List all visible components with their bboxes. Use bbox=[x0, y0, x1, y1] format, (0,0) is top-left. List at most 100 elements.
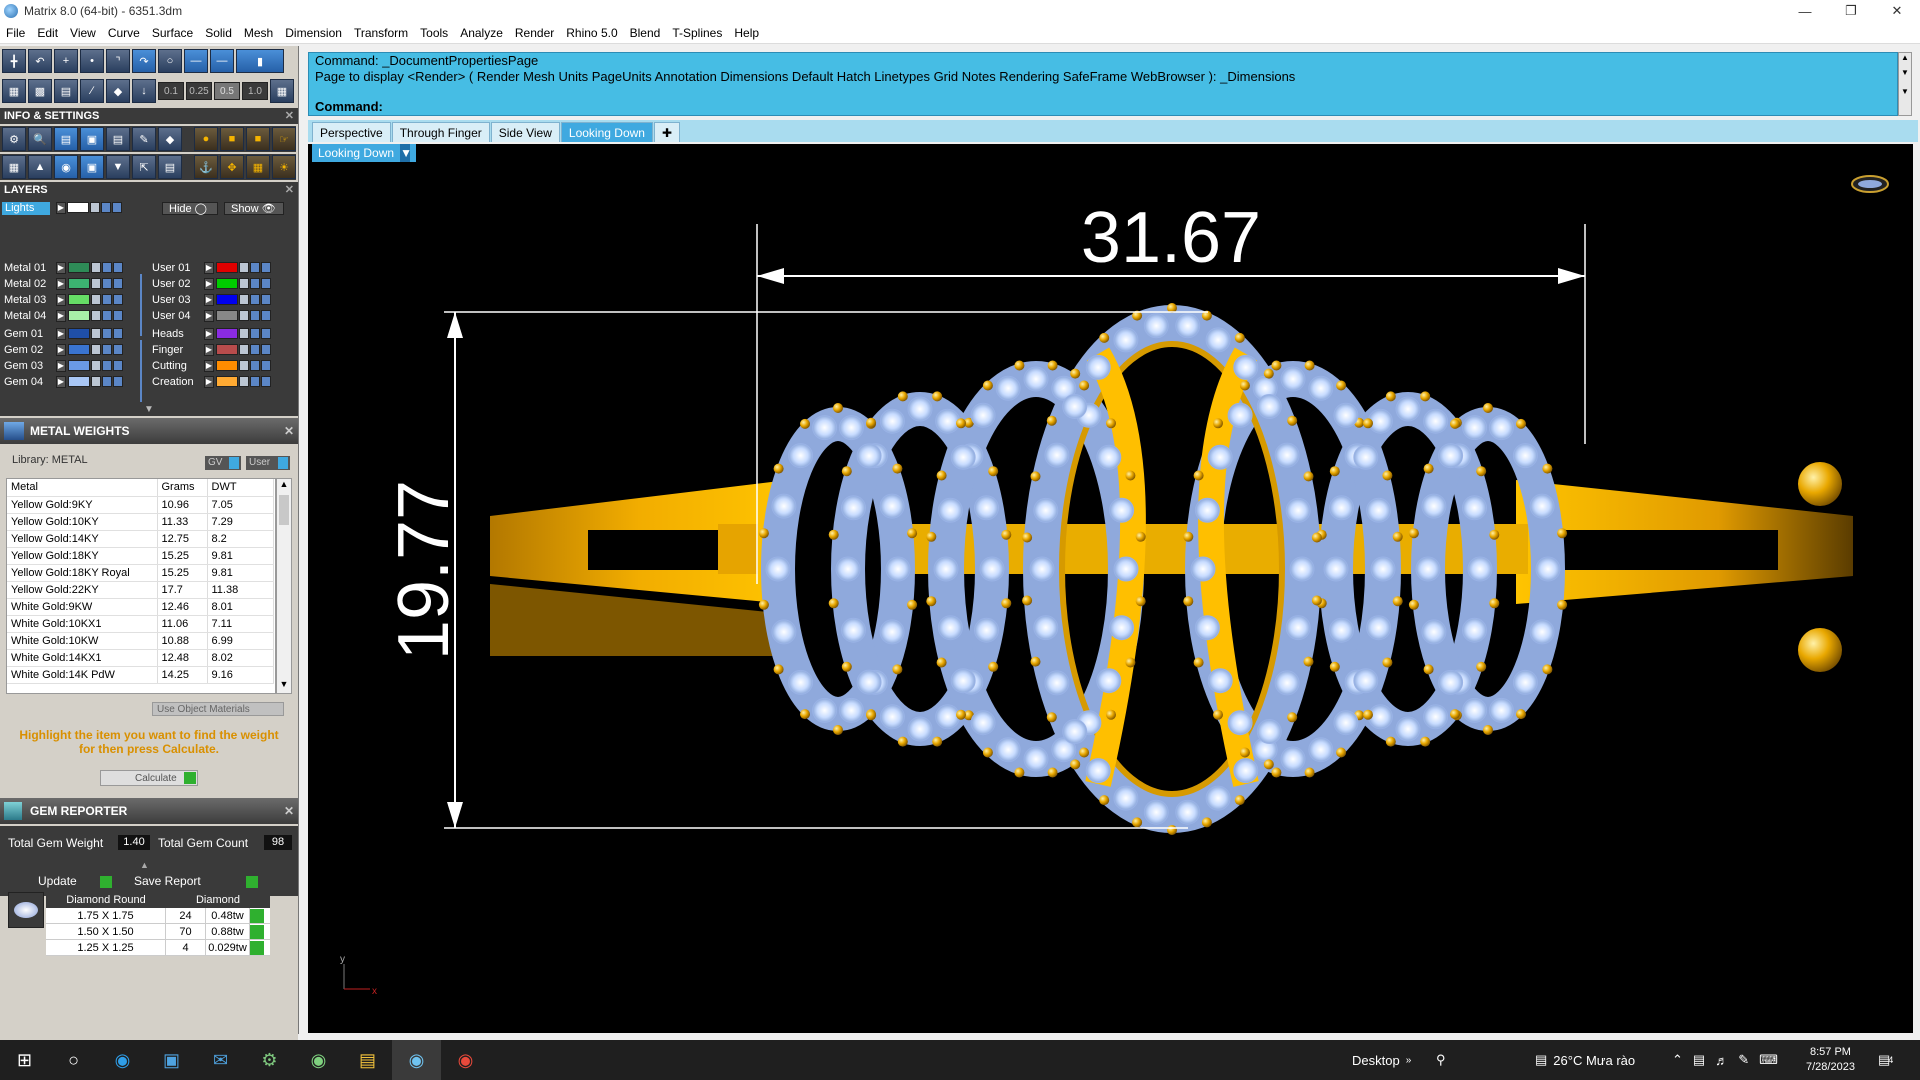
menu-tools[interactable]: Tools bbox=[414, 22, 454, 44]
visibility-icon[interactable] bbox=[250, 262, 260, 273]
windows-start-icon[interactable]: ⊞ bbox=[0, 1040, 49, 1080]
visibility-icon[interactable] bbox=[113, 360, 123, 371]
save-icon[interactable]: ▤ bbox=[106, 127, 130, 151]
lock-icon[interactable] bbox=[91, 344, 101, 355]
layer-row[interactable]: Finger ▶ bbox=[152, 342, 271, 357]
keyboard-icon[interactable]: ⌨ bbox=[1759, 1052, 1778, 1068]
cen-snap-icon[interactable]: ○ bbox=[158, 49, 182, 73]
expand-icon[interactable]: ▶ bbox=[204, 261, 214, 274]
lock-icon[interactable] bbox=[239, 328, 249, 339]
menu-view[interactable]: View bbox=[64, 22, 102, 44]
table-row[interactable]: Yellow Gold:9KY 10.96 7.05 bbox=[7, 496, 274, 514]
metal-table-scrollbar[interactable]: ▲ ▼ bbox=[276, 478, 292, 694]
visibility-icon[interactable] bbox=[250, 278, 260, 289]
near-snap-icon[interactable]: ↶ bbox=[28, 49, 52, 73]
gem-icon[interactable]: ◆ bbox=[158, 127, 182, 151]
filter-icon[interactable]: ▼ bbox=[106, 155, 130, 179]
box-icon[interactable]: ▣ bbox=[80, 155, 104, 179]
tray-overflow-icon[interactable]: ⌃ bbox=[1672, 1052, 1683, 1068]
visibility-icon[interactable] bbox=[261, 376, 271, 387]
close-button[interactable]: ✕ bbox=[1874, 0, 1920, 22]
visibility-icon[interactable] bbox=[102, 344, 112, 355]
update-button[interactable]: Update bbox=[38, 874, 112, 890]
weather-widget[interactable]: ▤ 26°C Mưa rào bbox=[1535, 1040, 1635, 1080]
lock-icon[interactable] bbox=[239, 344, 249, 355]
expand-icon[interactable]: ▶ bbox=[56, 309, 66, 322]
visibility-icon[interactable] bbox=[113, 262, 123, 273]
layer-row[interactable]: Metal 04 ▶ bbox=[4, 308, 123, 323]
gem-row[interactable]: 1.50 X 1.50 70 0.88tw bbox=[46, 924, 270, 940]
visibility-icon[interactable] bbox=[102, 278, 112, 289]
scroll-down-icon[interactable]: ▼ bbox=[1899, 87, 1911, 96]
search-icon[interactable]: ○ bbox=[49, 1040, 98, 1080]
sun-icon[interactable]: ☀ bbox=[272, 155, 296, 179]
gem-row[interactable]: 1.75 X 1.75 24 0.48tw bbox=[46, 908, 270, 924]
layer-color-swatch[interactable] bbox=[68, 376, 90, 387]
layer-color-swatch[interactable] bbox=[216, 360, 238, 371]
tan-snap-icon[interactable]: ↷ bbox=[132, 49, 156, 73]
menu-analyze[interactable]: Analyze bbox=[454, 22, 509, 44]
table-row[interactable]: Yellow Gold:22KY 17.7 11.38 bbox=[7, 581, 274, 599]
layer-row[interactable]: Gem 04 ▶ bbox=[4, 374, 123, 389]
expand-icon[interactable]: ▶ bbox=[56, 277, 66, 290]
snap-value-4[interactable]: 1.0 bbox=[242, 82, 268, 100]
menu-curve[interactable]: Curve bbox=[102, 22, 146, 44]
expand-icon[interactable]: ▶ bbox=[56, 359, 66, 372]
menu-tsplines[interactable]: T-Splines bbox=[666, 22, 728, 44]
layer-color-swatch[interactable] bbox=[68, 278, 90, 289]
scroll-down-icon[interactable]: ▼ bbox=[277, 679, 291, 693]
close-icon[interactable]: ✕ bbox=[284, 798, 294, 824]
gumball-icon[interactable]: ◆ bbox=[106, 79, 130, 103]
weight-icon[interactable]: ■ bbox=[220, 127, 244, 151]
lock-icon[interactable] bbox=[91, 262, 101, 273]
visibility-icon[interactable] bbox=[261, 278, 271, 289]
visibility-icon[interactable] bbox=[261, 360, 271, 371]
grid-settings-icon[interactable]: ▦ bbox=[246, 155, 270, 179]
end-snap-icon[interactable]: ╋ bbox=[2, 49, 26, 73]
notification-center-icon[interactable]: ▤ 4 bbox=[1878, 1040, 1893, 1080]
table-row[interactable]: White Gold:10KX1 11.06 7.11 bbox=[7, 615, 274, 633]
lights-color-swatch[interactable] bbox=[67, 202, 89, 213]
planar-icon[interactable]: ▩ bbox=[28, 79, 52, 103]
visibility-icon[interactable] bbox=[261, 328, 271, 339]
hand-icon[interactable]: ☞ bbox=[272, 127, 296, 151]
table-row[interactable]: White Gold:14K PdW 14.25 9.16 bbox=[7, 666, 274, 684]
tab-looking-down[interactable]: Looking Down bbox=[560, 122, 653, 142]
add-tab-icon[interactable]: ✚ bbox=[653, 122, 681, 142]
menu-dimension[interactable]: Dimension bbox=[279, 22, 348, 44]
visibility-icon[interactable] bbox=[250, 294, 260, 305]
layer-row[interactable]: Metal 01 ▶ bbox=[4, 260, 123, 275]
material-icon[interactable]: ■ bbox=[246, 127, 270, 151]
lock-icon[interactable] bbox=[91, 278, 101, 289]
tab-through-finger[interactable]: Through Finger bbox=[391, 122, 490, 142]
chrome-icon[interactable]: ◉ bbox=[441, 1040, 490, 1080]
snap-value-3[interactable]: 0.5 bbox=[214, 82, 240, 100]
lock-icon[interactable] bbox=[91, 328, 101, 339]
layer-row[interactable]: User 01 ▶ bbox=[152, 260, 271, 275]
anchor-icon[interactable]: ⚓ bbox=[194, 155, 218, 179]
menu-edit[interactable]: Edit bbox=[31, 22, 64, 44]
layer-color-swatch[interactable] bbox=[68, 294, 90, 305]
ortho-toggle-icon[interactable]: ▮ bbox=[236, 49, 284, 73]
file-explorer-icon[interactable]: ▤ bbox=[343, 1040, 392, 1080]
settings-gear-icon[interactable]: ⚙ bbox=[2, 127, 26, 151]
col-grams[interactable]: Grams bbox=[157, 479, 208, 497]
layer-row[interactable]: Heads ▶ bbox=[152, 326, 271, 341]
quad-snap-icon[interactable]: — bbox=[184, 49, 208, 73]
visibility-icon[interactable] bbox=[261, 294, 271, 305]
expand-icon[interactable]: ▶ bbox=[204, 309, 214, 322]
select-gem-icon[interactable] bbox=[250, 925, 264, 939]
layer-color-swatch[interactable] bbox=[68, 328, 90, 339]
layer-color-swatch[interactable] bbox=[68, 262, 90, 273]
visibility-icon[interactable] bbox=[250, 360, 260, 371]
cone-icon[interactable]: ▲ bbox=[28, 155, 52, 179]
layer-color-swatch[interactable] bbox=[216, 376, 238, 387]
expand-icon[interactable]: ▶ bbox=[56, 261, 66, 274]
knot-snap-icon[interactable]: — bbox=[210, 49, 234, 73]
menu-help[interactable]: Help bbox=[728, 22, 765, 44]
command-prompt[interactable]: Command: bbox=[309, 99, 1897, 115]
menu-mesh[interactable]: Mesh bbox=[238, 22, 279, 44]
table-row[interactable]: White Gold:9KW 12.46 8.01 bbox=[7, 598, 274, 616]
layer-row[interactable]: Gem 02 ▶ bbox=[4, 342, 123, 357]
visibility-icon[interactable] bbox=[102, 328, 112, 339]
